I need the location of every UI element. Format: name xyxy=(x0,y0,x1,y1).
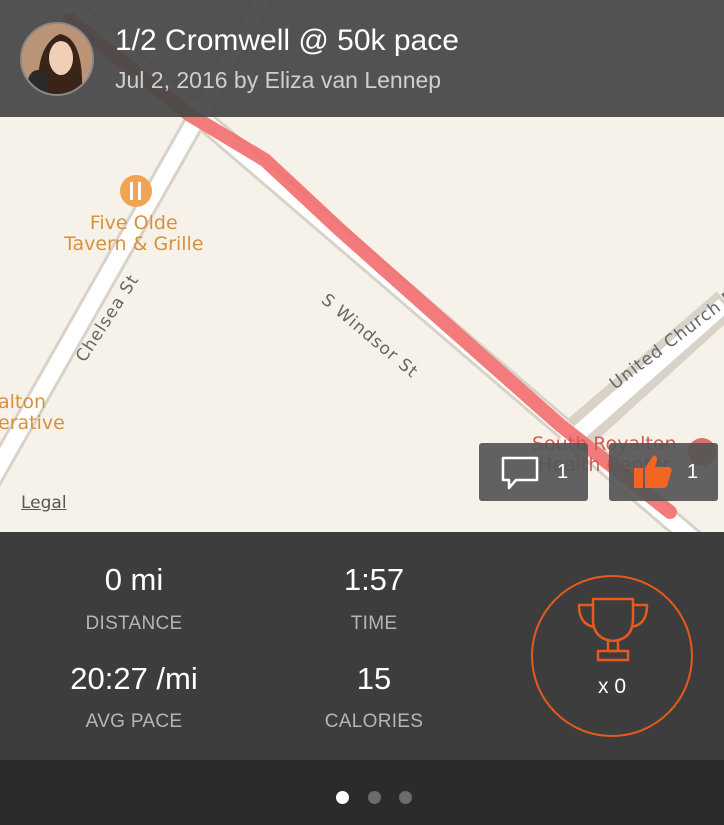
calories-value: 15 xyxy=(356,661,392,696)
page-dot[interactable] xyxy=(368,791,381,804)
avg-pace-value: 20:27 /mi xyxy=(70,661,198,696)
thumbs-up-icon xyxy=(634,455,672,488)
activity-subtitle: Jul 2, 2016 by Eliza van Lennep xyxy=(115,67,442,93)
restaurant-marker xyxy=(120,175,152,207)
comment-button[interactable]: 1 xyxy=(479,443,588,501)
time-value: 1:57 xyxy=(343,562,405,597)
avg-pace-label: AVG PACE xyxy=(85,711,183,732)
trophy-count: x 0 xyxy=(597,675,626,698)
page-dot-active[interactable] xyxy=(336,791,349,804)
comment-count: 1 xyxy=(557,461,569,483)
legal-link[interactable]: Legal xyxy=(21,493,67,513)
like-button[interactable]: 1 xyxy=(609,443,718,501)
poi-tavern[interactable]: Five Olde Tavern & Grille xyxy=(64,213,204,255)
like-count: 1 xyxy=(687,461,699,483)
trophy-icon xyxy=(577,597,649,662)
page-dot[interactable] xyxy=(399,791,412,804)
time-label: TIME xyxy=(350,613,398,634)
trophy-button[interactable]: x 0 xyxy=(531,575,693,737)
distance-value: 0 mi xyxy=(104,562,164,597)
page-indicator xyxy=(0,760,724,825)
comment-icon xyxy=(501,456,539,490)
calories-label: CALORIES xyxy=(324,711,424,732)
activity-title: 1/2 Cromwell @ 50k pace xyxy=(115,24,459,57)
distance-label: DISTANCE xyxy=(85,613,183,634)
avatar[interactable] xyxy=(20,22,94,96)
activity-header: 1/2 Cromwell @ 50k pace Jul 2, 2016 by E… xyxy=(0,0,724,117)
avatar-icon xyxy=(22,24,92,94)
poi-cooperative[interactable]: alton erative xyxy=(0,392,65,434)
